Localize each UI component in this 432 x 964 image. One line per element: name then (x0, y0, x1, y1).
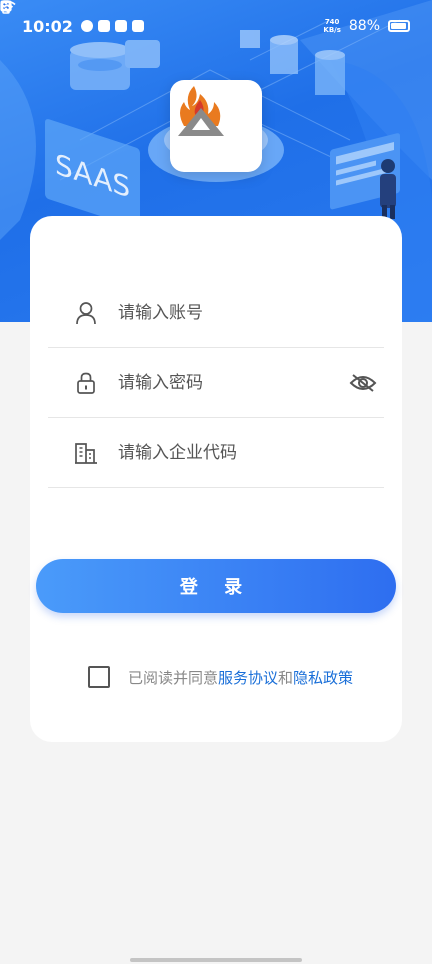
account-input[interactable] (118, 302, 338, 323)
eye-off-icon[interactable] (348, 368, 378, 398)
wifi-icon (0, 0, 16, 13)
login-card: 登 录 已阅读并同意 服务协议 和 隐私政策 (30, 216, 402, 742)
agree-and: 和 (278, 668, 294, 687)
news-notification-icon (114, 20, 127, 32)
account-field-row (48, 278, 384, 348)
agree-checkbox[interactable] (88, 666, 110, 688)
net-speed-value: 740 (324, 18, 340, 26)
app-logo (170, 80, 262, 172)
company-code-input[interactable] (118, 442, 338, 463)
agreement-row: 已阅读并同意 服务协议 和 隐私政策 (88, 666, 353, 688)
net-speed: 740 KB/s (323, 18, 340, 34)
battery-icon (388, 20, 410, 32)
user-icon (66, 293, 106, 333)
net-speed-unit: KB/s (323, 26, 341, 34)
notification-icons (80, 20, 144, 32)
saas-panel: SAAS (45, 119, 140, 228)
service-agreement-link[interactable]: 服务协议 (218, 667, 278, 688)
app-notification-icon (97, 20, 110, 32)
password-field-row (48, 348, 384, 418)
flame-mountain-logo-icon (178, 86, 224, 136)
mail-notification-icon (131, 20, 144, 32)
check-badge-icon (80, 20, 93, 32)
lock-icon (66, 363, 106, 403)
status-right: 740 KB/s 88% (0, 0, 410, 34)
status-time: 10:02 (22, 16, 73, 36)
company-field-row (48, 418, 384, 488)
building-icon (66, 433, 106, 473)
battery-percent: 88% (348, 18, 380, 34)
status-bar: 10:02 740 KB/s 88% (0, 0, 432, 52)
agree-prefix: 已阅读并同意 (128, 668, 219, 687)
login-button[interactable]: 登 录 (36, 559, 396, 613)
privacy-policy-link[interactable]: 隐私政策 (293, 667, 353, 688)
home-indicator[interactable] (130, 958, 302, 962)
password-input[interactable] (118, 372, 338, 393)
